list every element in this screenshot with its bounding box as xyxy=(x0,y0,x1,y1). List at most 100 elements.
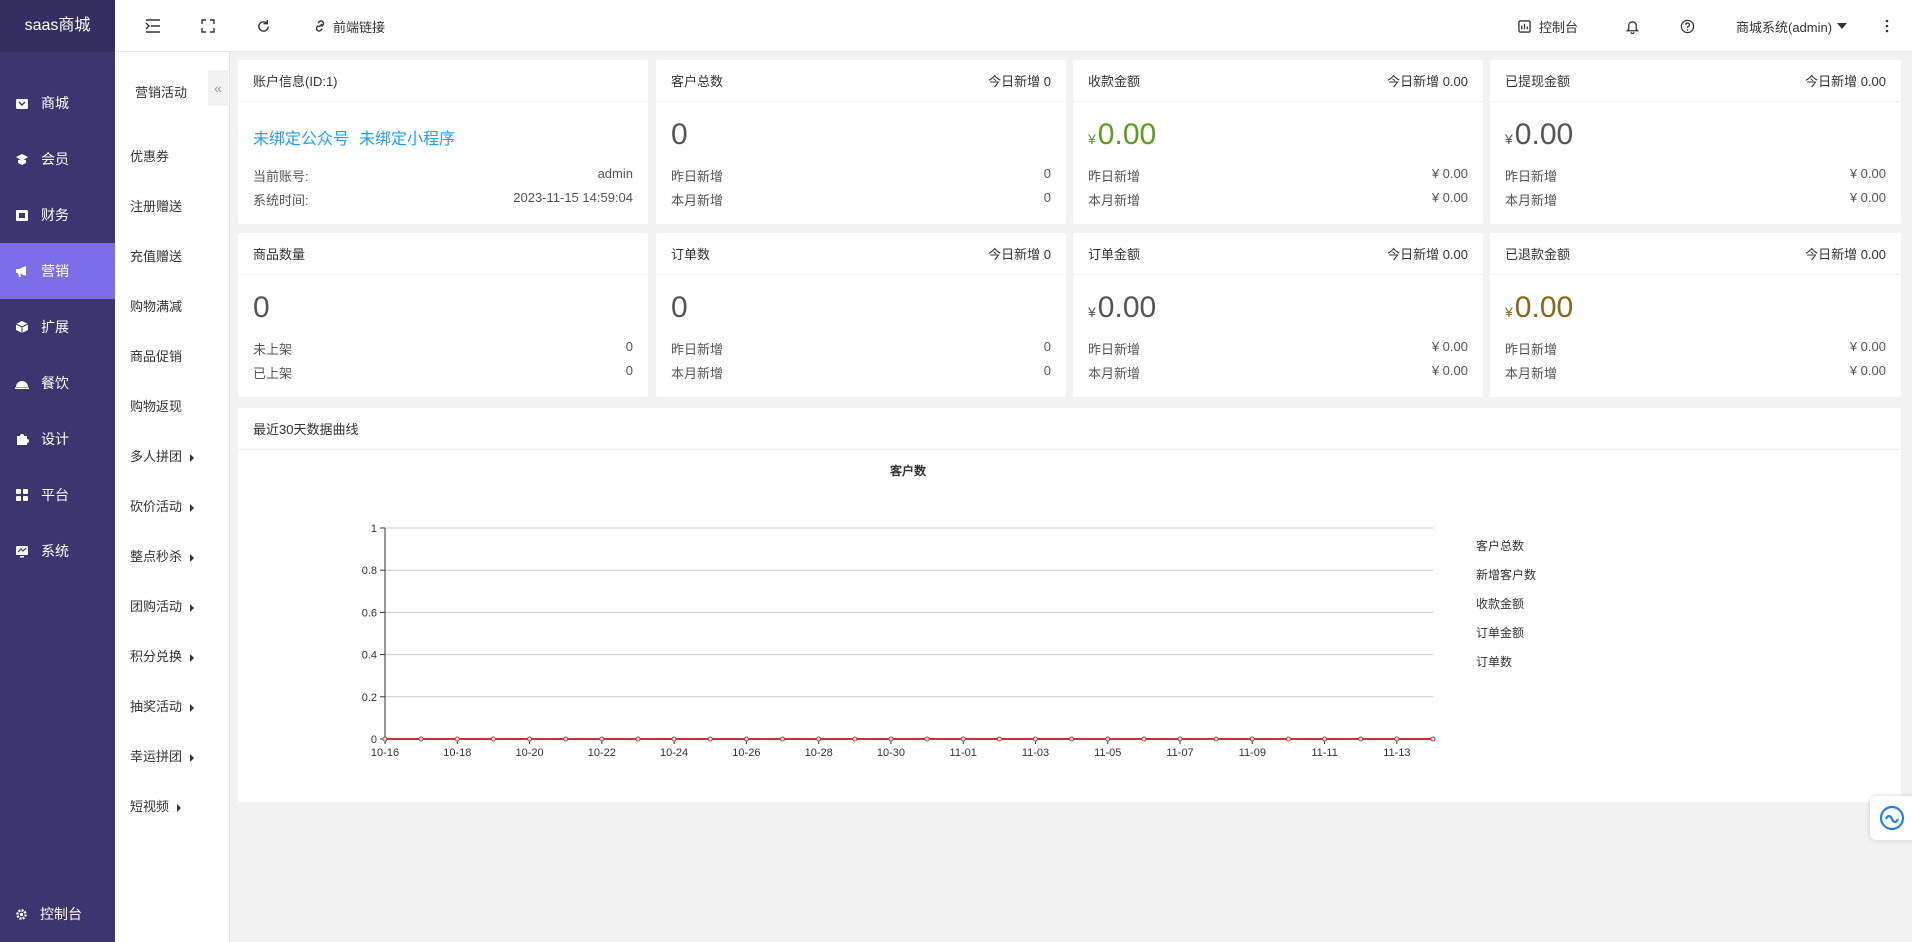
sub-nav-item-label: 砍价活动 xyxy=(130,499,183,514)
nav-item-1[interactable]: 会员 xyxy=(0,131,115,187)
nav-item-label: 商城 xyxy=(41,95,69,111)
finance-icon xyxy=(15,208,29,222)
customer-service-button[interactable] xyxy=(1870,796,1912,840)
row-label: 未上架 xyxy=(253,342,293,357)
sub-nav-item-10[interactable]: 积分兑换 xyxy=(130,646,195,665)
order-amount-card: 订单金额 今日新增 0.00 ¥0.00 昨日新增 ¥ 0.00 本月新增 ¥ 0.0… xyxy=(1073,233,1483,397)
products-card: 商品数量 0 未上架 0 已上架 0 xyxy=(238,233,648,397)
sub-nav-item-label: 整点秒杀 xyxy=(130,549,183,564)
sub-nav-item-13[interactable]: 短视频 xyxy=(130,796,182,815)
row-label: 已上架 xyxy=(253,366,293,381)
sub-nav-item-label: 注册赠送 xyxy=(130,199,183,214)
sub-nav-item-8[interactable]: 整点秒杀 xyxy=(130,546,195,565)
question-icon xyxy=(1680,19,1695,33)
sub-nav-item-0[interactable]: 优惠券 xyxy=(130,146,169,165)
collapse-button[interactable]: « xyxy=(208,70,228,106)
row-label: 本月新增 xyxy=(671,366,724,381)
card-title: 订单数 xyxy=(671,247,711,262)
sub-nav-title: 营销活动 xyxy=(135,85,188,100)
chart-panel: 最近30天数据曲线 客户数 0 0.2 0.4 0.6 0.8 1 10-16 10-18 10-… xyxy=(238,408,1901,802)
sub-nav-item-3[interactable]: 购物满减 xyxy=(130,296,182,315)
caret-right-icon xyxy=(190,603,195,612)
brand-logo[interactable]: saas商城 xyxy=(0,0,115,52)
sub-nav-item-label: 幸运拼团 xyxy=(130,749,183,764)
sub-nav-item-7[interactable]: 砍价活动 xyxy=(130,496,195,515)
data-point xyxy=(1430,736,1436,742)
nav-item-8[interactable]: 系统 xyxy=(0,523,115,579)
sub-nav-item-5[interactable]: 购物返现 xyxy=(130,396,182,415)
data-point xyxy=(816,736,822,742)
more-button[interactable] xyxy=(1885,0,1889,52)
sub-nav-item-9[interactable]: 团购活动 xyxy=(130,596,195,615)
customers-card: 客户总数 今日新增 0 0 昨日新增 0 本月新增 0 xyxy=(656,60,1066,224)
data-point xyxy=(1358,736,1364,742)
sub-nav-item-1[interactable]: 注册赠送 xyxy=(130,196,182,215)
sub-nav-item-2[interactable]: 充值赠送 xyxy=(130,246,182,265)
x-tick-label: 10-20 xyxy=(515,747,543,759)
sub-nav-item-4[interactable]: 商品促销 xyxy=(130,346,182,365)
dashboard-button[interactable]: 控制台 xyxy=(1518,0,1578,52)
nav-item-6[interactable]: 设计 xyxy=(0,411,115,467)
nav-item-label: 财务 xyxy=(41,207,69,223)
row-value: ¥ 0.00 xyxy=(1849,363,1886,378)
row-value: ¥ 0.00 xyxy=(1849,190,1886,205)
nav-item-4[interactable]: 扩展 xyxy=(0,299,115,355)
nav-item-2[interactable]: 财务 xyxy=(0,187,115,243)
member-icon xyxy=(15,152,29,166)
frontend-link-button[interactable]: 前端链接 xyxy=(313,0,385,52)
sub-nav-item-6[interactable]: 多人拼团 xyxy=(130,446,195,465)
caret-right-icon xyxy=(190,503,195,512)
x-tick-label: 10-16 xyxy=(371,747,399,759)
x-tick-label: 11-11 xyxy=(1311,747,1338,759)
nav-dashboard[interactable]: 控制台 xyxy=(0,886,115,942)
sub-nav-item-label: 商品促销 xyxy=(130,349,183,364)
row-value: 0 xyxy=(1043,363,1051,378)
row-label: 昨日新增 xyxy=(1505,342,1558,357)
chart-title: 客户数 xyxy=(889,463,927,478)
row-value: 0 xyxy=(625,363,633,378)
y-tick-label: 0.8 xyxy=(362,565,377,577)
x-tick-label: 10-22 xyxy=(588,747,616,759)
system-time-value: 2023-11-15 14:59:04 xyxy=(513,190,633,205)
dashboard-label: 控制台 xyxy=(1539,19,1579,35)
nav-item-0[interactable]: 商城 xyxy=(0,75,115,131)
nav-item-label: 设计 xyxy=(41,431,69,447)
monitor-icon xyxy=(15,544,29,558)
menu-toggle-button[interactable] xyxy=(145,0,161,52)
x-tick-label: 10-30 xyxy=(877,747,905,759)
notification-button[interactable] xyxy=(1625,0,1640,52)
fullscreen-button[interactable] xyxy=(201,0,215,52)
nav-item-label: 系统 xyxy=(41,543,69,559)
bind-official-account-link[interactable]: 未绑定公众号 xyxy=(253,131,349,148)
sub-nav-item-11[interactable]: 抽奖活动 xyxy=(130,696,195,715)
megaphone-icon xyxy=(15,264,29,278)
legend-item: 订单数 xyxy=(1476,654,1512,669)
x-tick-label: 11-03 xyxy=(1022,747,1049,759)
data-point xyxy=(1105,736,1111,742)
big-value: ¥0.00 xyxy=(1088,118,1157,151)
row-label: 本月新增 xyxy=(671,193,724,208)
today-new: 今日新增 0 xyxy=(988,247,1051,262)
refresh-button[interactable] xyxy=(256,0,271,52)
user-menu[interactable]: 商城系统(admin) xyxy=(1736,0,1848,52)
row-label: 昨日新增 xyxy=(671,169,724,184)
withdrawn-card: 已提现金额 今日新增 0.00 ¥0.00 昨日新增 ¥ 0.00 本月新增 ¥ 0.… xyxy=(1490,60,1901,224)
x-tick-label: 11-09 xyxy=(1239,747,1266,759)
today-new: 今日新增 0.00 xyxy=(1387,247,1468,262)
help-button[interactable] xyxy=(1680,0,1695,52)
sub-nav-item-label: 积分兑换 xyxy=(130,649,183,664)
row-value: ¥ 0.00 xyxy=(1431,339,1468,354)
account-info-card: 账户信息(ID:1) 未绑定公众号 未绑定小程序 当前账号: admin 系统时间:… xyxy=(238,60,648,224)
data-point xyxy=(490,736,496,742)
nav-item-7[interactable]: 平台 xyxy=(0,467,115,523)
puzzle-icon xyxy=(15,432,29,446)
sub-nav-item-12[interactable]: 幸运拼团 xyxy=(130,746,195,765)
card-title: 商品数量 xyxy=(253,247,306,262)
bind-mini-program-link[interactable]: 未绑定小程序 xyxy=(359,131,455,148)
caret-right-icon xyxy=(190,553,195,562)
legend-item: 收款金额 xyxy=(1476,596,1524,611)
orders-card: 订单数 今日新增 0 0 昨日新增 0 本月新增 0 xyxy=(656,233,1066,397)
nav-item-5[interactable]: 餐饮 xyxy=(0,355,115,411)
nav-item-3[interactable]: 营销 xyxy=(0,243,115,299)
sub-nav-item-label: 短视频 xyxy=(130,799,170,814)
